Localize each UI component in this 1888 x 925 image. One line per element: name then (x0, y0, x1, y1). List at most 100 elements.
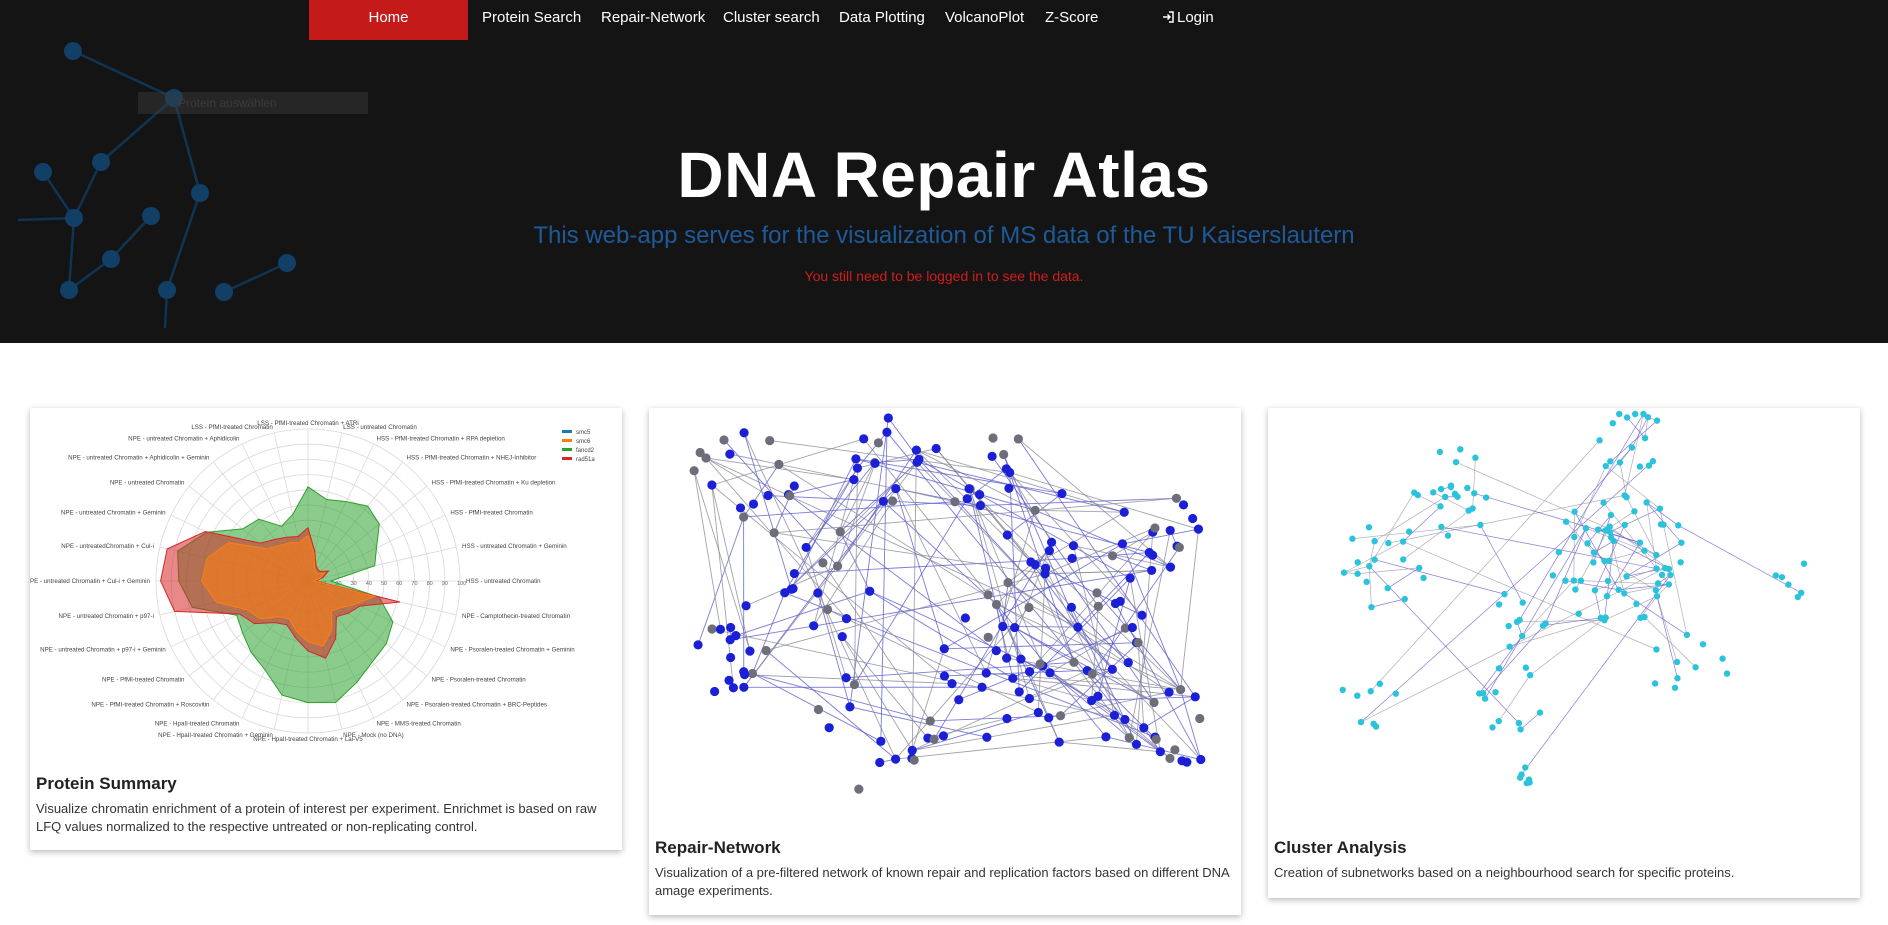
cluster-node (1590, 559, 1597, 566)
cluster-edge (1609, 526, 1670, 570)
radar-axis-label: HSS - PfMI-treated Chromatin (450, 509, 533, 516)
radar-axis-label: NPE - PfMI-treated Chromatin + Roscoviti… (91, 702, 210, 709)
network-node (960, 613, 970, 623)
network-node (873, 438, 884, 448)
cluster-edge (1472, 457, 1476, 509)
network-node (1033, 707, 1043, 718)
network-node (769, 528, 779, 538)
network-node (964, 484, 974, 494)
network-edge (705, 457, 847, 619)
network-node (1010, 622, 1020, 633)
network-node (981, 668, 991, 678)
cluster-node (1452, 458, 1460, 466)
cluster-node (1349, 535, 1356, 542)
network-node (835, 527, 845, 537)
cluster-node (1607, 458, 1614, 465)
radar-axis-label: NPE - PfMI-treated Chromatin (102, 677, 185, 684)
network-node (1045, 668, 1055, 678)
radar-axis-label: NPE - untreatedChromatin + Cul-i (61, 543, 154, 550)
cluster-node (1495, 601, 1503, 608)
network-node (724, 675, 734, 685)
login-icon (1163, 11, 1174, 23)
nav-volcanoplot[interactable]: VolcanoPlot (945, 0, 1024, 40)
radar-tick-label: 80 (427, 581, 433, 587)
network-node (1195, 713, 1205, 724)
network-node (1125, 573, 1135, 583)
cluster-node (1636, 539, 1644, 546)
cluster-node (1515, 719, 1523, 727)
network-node (1117, 539, 1128, 549)
network-node (1171, 493, 1182, 503)
nav-login[interactable]: Login (1162, 0, 1214, 40)
cluster-edge (1369, 565, 1520, 724)
network-node (1144, 547, 1154, 558)
radar-legend-swatch (562, 457, 572, 460)
cluster-node (1477, 521, 1484, 529)
network-node (1150, 523, 1160, 533)
network-node (1120, 714, 1130, 725)
cluster-node (1653, 565, 1660, 572)
network-edge (966, 468, 1007, 500)
cluster-node (1481, 695, 1489, 702)
network-node (1003, 578, 1013, 588)
cluster-node (1469, 505, 1476, 512)
cluster-node (1401, 595, 1408, 603)
network-node (1057, 488, 1067, 499)
cluster-node (1354, 559, 1361, 566)
cluster-node (1370, 720, 1377, 728)
cluster-node (1645, 462, 1653, 469)
radar-axis-label: NPE - HpaII-treated Chromatin + Geminin (158, 732, 273, 739)
radar-legend-label: rad51a (576, 457, 595, 463)
network-node (707, 624, 717, 634)
cluster-node (1657, 521, 1665, 528)
network-node (1002, 653, 1012, 663)
card-protein-summary[interactable]: LSS - PfMI-treated Chromatin + ATRi LSS -… (30, 408, 622, 850)
network-node (939, 644, 949, 654)
network-node (876, 736, 886, 746)
card-title: Repair-Network (655, 838, 781, 857)
cluster-edge (1605, 465, 1661, 509)
network-edge (735, 590, 870, 637)
network-node (841, 614, 852, 624)
network-node (1005, 467, 1015, 478)
radar-tick-label: 100 (457, 581, 466, 587)
nav-home[interactable]: Home (309, 0, 468, 40)
cluster-node (1539, 622, 1547, 629)
cluster-node (1436, 448, 1444, 456)
network-node (837, 631, 847, 642)
network-node (947, 679, 957, 689)
network-node (845, 702, 855, 712)
cluster-node (1420, 574, 1427, 582)
cluster-edge (1455, 461, 1609, 529)
card-cluster-analysis[interactable]: Cluster Analysis Creation of subnetworks… (1268, 408, 1860, 898)
network-node (789, 481, 799, 491)
radar-axis-label: NPE - Psoralen-treated Chromatin + Gemin… (450, 647, 575, 654)
network-node (870, 458, 880, 469)
card-title: Cluster Analysis (1274, 838, 1407, 857)
cluster-node (1582, 524, 1590, 532)
nav-protein-search[interactable]: Protein Search (482, 0, 581, 40)
cluster-node (1607, 511, 1615, 519)
nav-repair-network[interactable]: Repair-Network (601, 0, 705, 40)
network-node (852, 463, 863, 473)
card-repair-network[interactable]: Repair-Network Visualization of a pre-fi… (649, 408, 1241, 915)
cluster-node (1340, 569, 1348, 576)
network-node (726, 652, 736, 663)
nav-data-plotting[interactable]: Data Plotting (839, 0, 925, 40)
network-node (739, 512, 749, 522)
nav-z-score[interactable]: Z-Score (1045, 0, 1098, 40)
cluster-edge (1604, 595, 1658, 621)
cluster-node (1631, 410, 1639, 418)
network-edge (743, 432, 792, 590)
network-node (938, 731, 949, 741)
cluster-node (1653, 417, 1661, 424)
network-node (1109, 710, 1120, 720)
cluster-node (1562, 518, 1570, 525)
network-node (1119, 507, 1129, 517)
cluster-node (1636, 463, 1644, 470)
protein-select-input[interactable]: Protein auswählen (138, 92, 368, 114)
cluster-node (1464, 484, 1471, 492)
nav-cluster-search[interactable]: Cluster search (723, 0, 820, 40)
cluster-node (1673, 658, 1681, 666)
network-node (887, 496, 898, 506)
